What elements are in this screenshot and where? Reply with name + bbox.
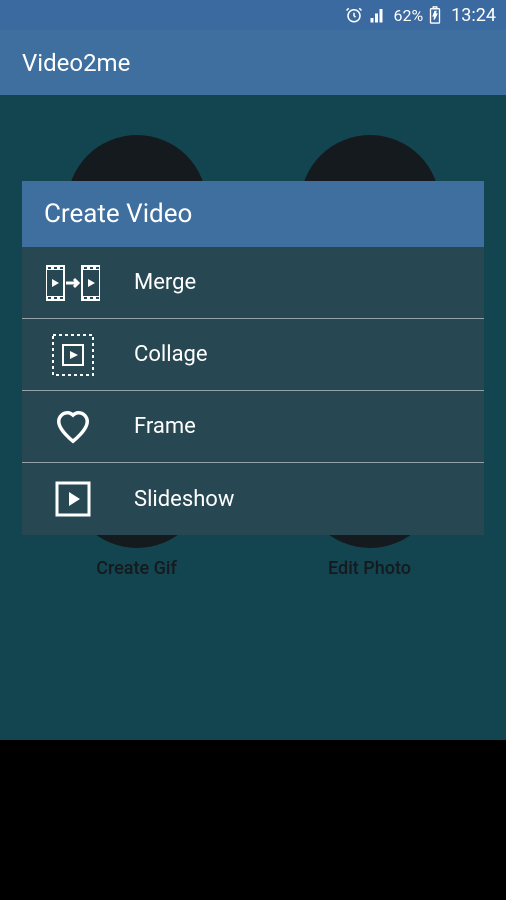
collage-icon [46, 333, 100, 377]
nav-bar [0, 740, 506, 900]
dialog-item-label: Frame [134, 414, 196, 439]
status-bar: 62% 13:24 [0, 0, 506, 30]
battery-text: 62% [393, 6, 423, 25]
dialog-item-merge[interactable]: Merge [22, 247, 484, 319]
dialog-item-label: Slideshow [134, 487, 234, 512]
frame-icon [46, 408, 100, 446]
dialog-item-slideshow[interactable]: Slideshow [22, 463, 484, 535]
clock-text: 13:24 [451, 5, 496, 26]
app-bar: Video2me [0, 30, 506, 95]
main-content: Create Video Edit Video GIF Create Gif [0, 95, 506, 740]
merge-icon [46, 262, 100, 304]
dialog-list: Merge Collage Frame [22, 247, 484, 535]
dialog-item-collage[interactable]: Collage [22, 319, 484, 391]
create-video-dialog: Create Video [22, 181, 484, 535]
dialog-item-label: Merge [134, 270, 196, 295]
alarm-icon [345, 6, 363, 24]
app-title: Video2me [22, 49, 130, 77]
dialog-item-frame[interactable]: Frame [22, 391, 484, 463]
dialog-item-label: Collage [134, 342, 208, 367]
slideshow-icon [46, 479, 100, 519]
signal-icon [369, 6, 387, 24]
battery-icon [429, 6, 441, 24]
dialog-title: Create Video [22, 181, 484, 247]
